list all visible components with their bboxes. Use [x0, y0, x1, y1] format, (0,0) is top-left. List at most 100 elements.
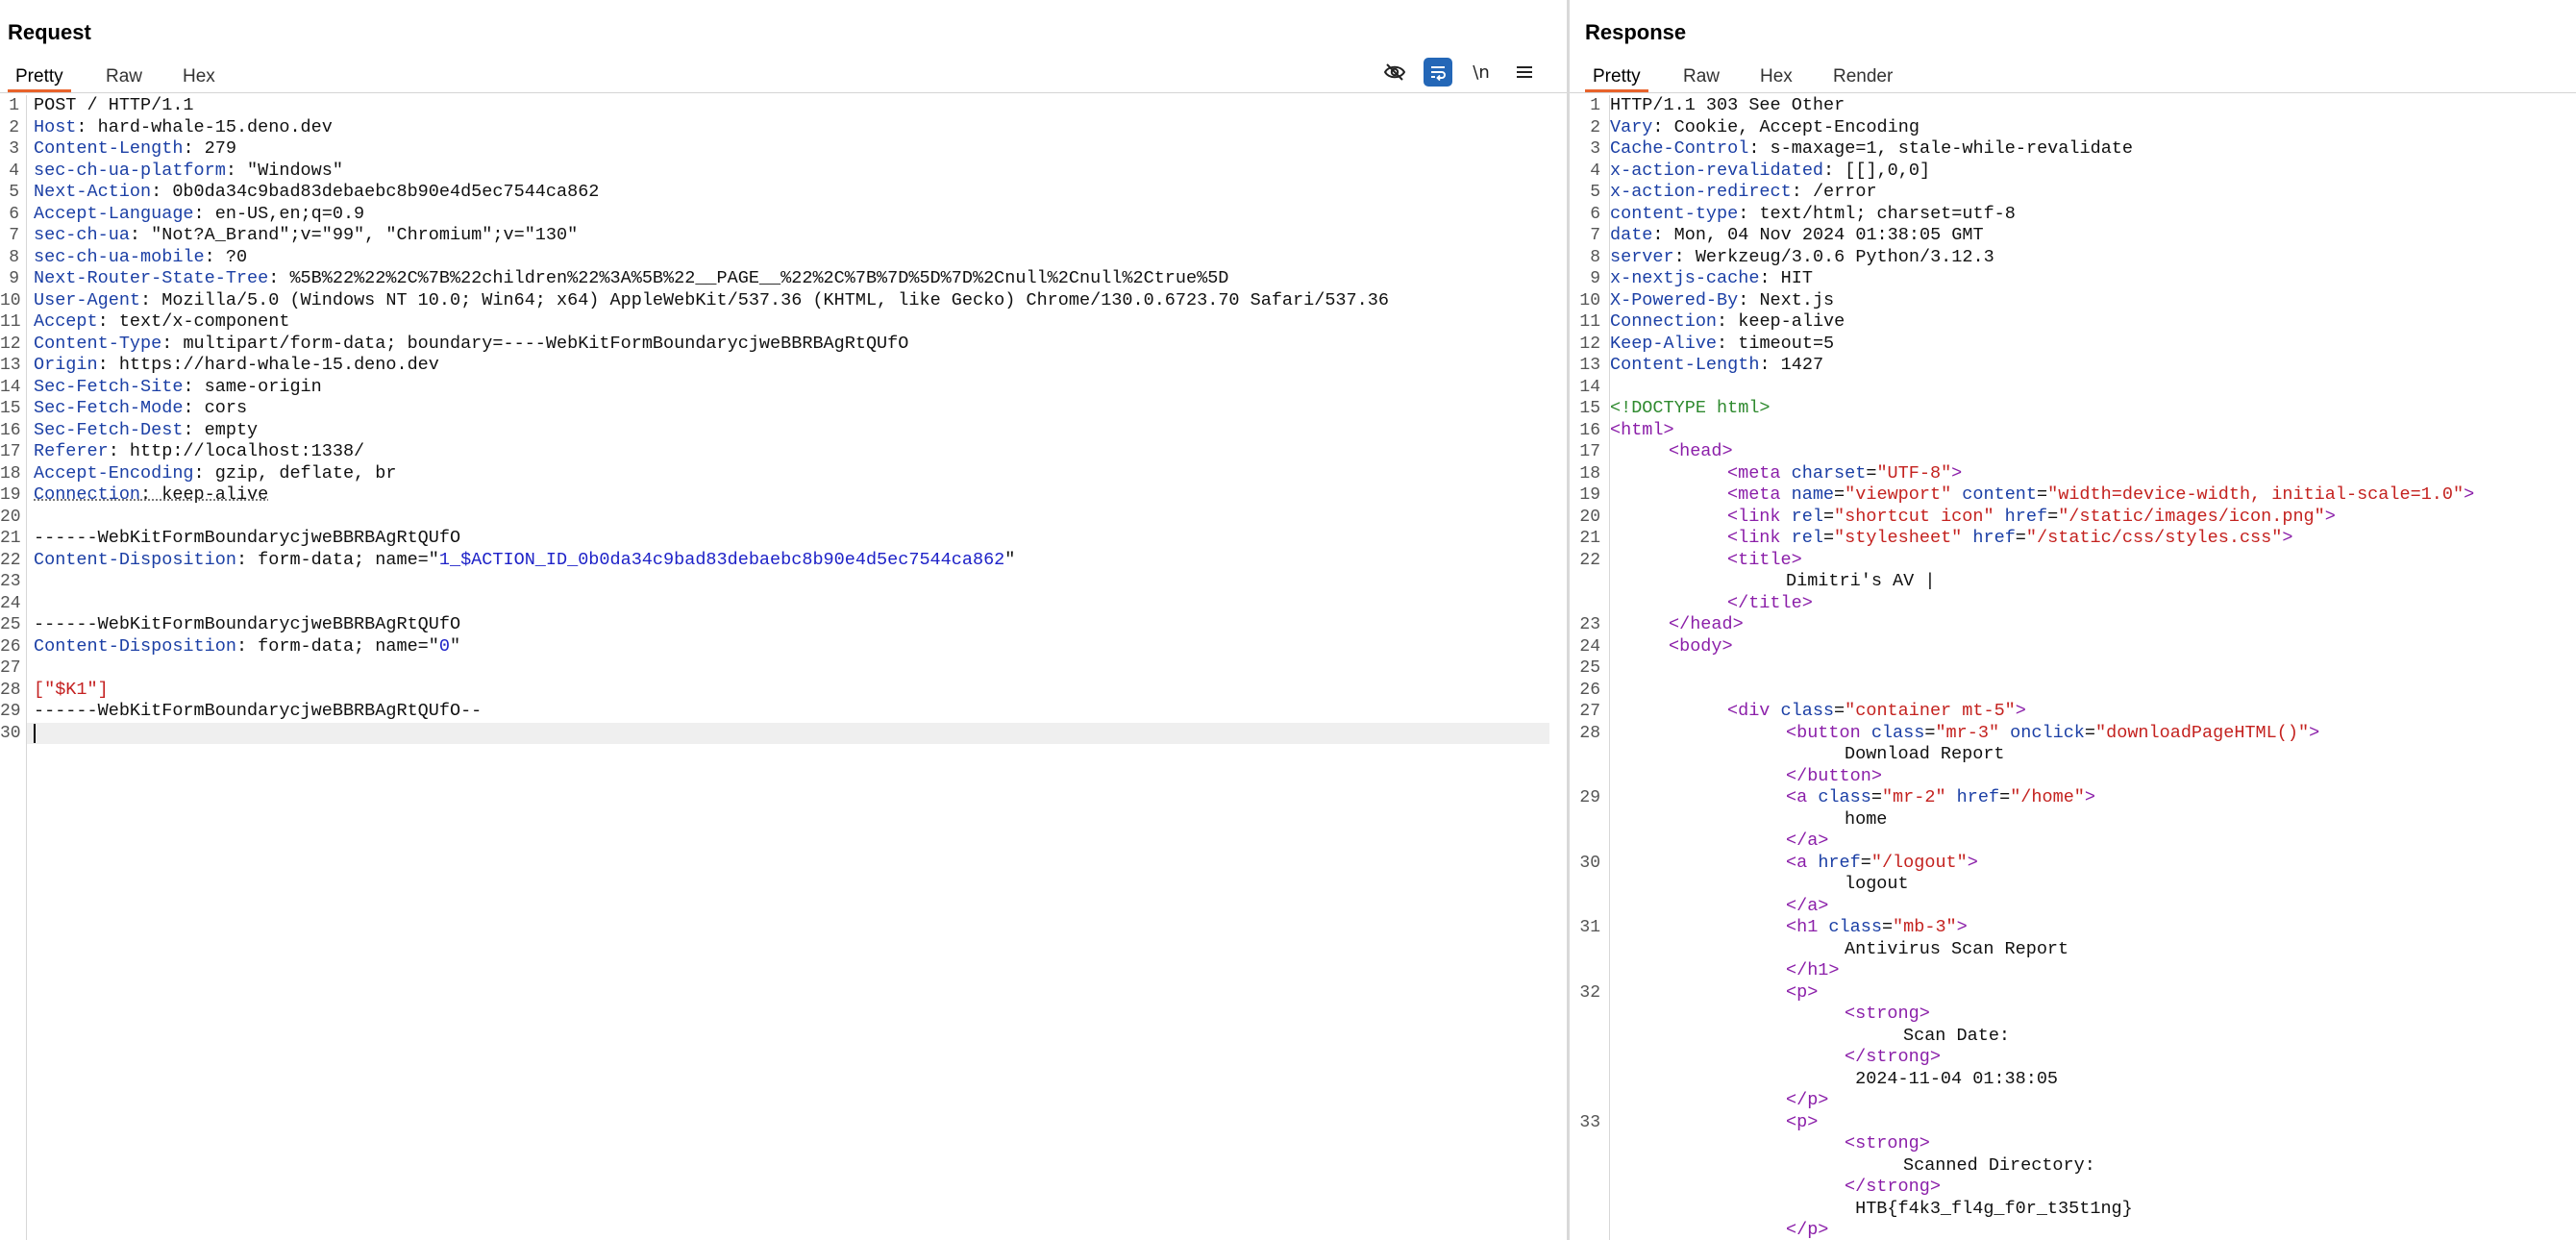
newline-icon[interactable]: \n: [1467, 58, 1496, 87]
code-token: </a>: [1786, 831, 1829, 851]
line-content: <body>: [1669, 636, 1733, 658]
code-token: : 0b0da34c9bad83debaebc8b90e4d5ec7544ca8…: [151, 182, 600, 202]
response-editor[interactable]: 1 HTTP/1.1 303 See Other 2 Vary: Cookie, Ac…: [1570, 95, 2576, 1240]
request-line: 17 Referer: http://localhost:1338/: [0, 441, 1567, 463]
line-number: 23: [0, 572, 21, 591]
line-content: </button>: [1786, 766, 1882, 788]
line-number: 18: [0, 463, 21, 484]
code-token: : gzip, deflate, br: [193, 462, 397, 484]
line-number: 25: [1579, 658, 1600, 678]
code-token: </head>: [1669, 614, 1744, 634]
response-line: </title>: [1570, 593, 2576, 615]
response-line: 33 <p>: [1570, 1112, 2576, 1134]
request-editor[interactable]: 1 POST / HTTP/1.1 2 Host: hard-whale-15.den…: [0, 95, 1567, 1240]
line-number: 10: [1579, 290, 1600, 310]
request-title: Request: [8, 20, 91, 44]
request-tab-pretty[interactable]: Pretty: [8, 62, 71, 92]
response-line: 24 <body>: [1570, 636, 2576, 658]
code-token: <link: [1727, 528, 1792, 548]
code-token: </a>: [1786, 895, 1829, 916]
line-content: <p>: [1786, 1112, 1818, 1134]
line-number: 12: [0, 334, 21, 354]
line-content: </a>: [1786, 831, 1828, 853]
line-content: date: Mon, 04 Nov 2024 01:38:05 GMT: [1610, 225, 1984, 247]
code-token: : hard-whale-15.deno.dev: [76, 116, 333, 137]
response-line: home: [1570, 809, 2576, 831]
response-line: 14: [1570, 377, 2576, 399]
code-token: : 279: [183, 138, 236, 159]
line-number: 8: [9, 247, 19, 267]
code-token: =: [2084, 722, 2096, 743]
line-content: Accept-Language: en-US,en;q=0.9: [34, 204, 364, 226]
request-line: 15 Sec-Fetch-Mode: cors: [0, 398, 1567, 420]
code-token: ": [449, 635, 461, 657]
line-content: Content-Disposition: form-data; name="1_…: [34, 550, 1015, 572]
response-tab-pretty[interactable]: Pretty: [1585, 62, 1648, 92]
request-tab-hex[interactable]: Hex: [175, 62, 223, 91]
line-content: Antivirus Scan Report: [1845, 939, 2068, 961]
request-line: 30: [0, 723, 1567, 745]
line-content: Next-Router-State-Tree: %5B%22%22%2C%7B%…: [34, 268, 1228, 290]
response-tab-raw[interactable]: Raw: [1675, 62, 1727, 91]
code-token: "shortcut icon": [1834, 506, 1994, 527]
code-token: "mb-3": [1893, 917, 1957, 937]
code-token: =: [2037, 484, 2048, 505]
line-number: 13: [0, 356, 21, 375]
code-token: x-action-redirect: [1610, 182, 1792, 202]
line-content: Host: hard-whale-15.deno.dev: [34, 117, 333, 139]
eye-slash-icon[interactable]: [1380, 58, 1409, 87]
line-content: X-Powered-By: Next.js: [1610, 290, 1834, 312]
code-token: : Mon, 04 Nov 2024 01:38:05 GMT: [1652, 225, 1984, 245]
code-token: Connection: [1610, 311, 1718, 332]
code-token: "container mt-5": [1845, 701, 2016, 721]
request-line: 11 Accept: text/x-component: [0, 311, 1567, 334]
code-token: ["$K1"]: [34, 679, 109, 700]
line-number: 26: [0, 636, 21, 657]
code-token: >: [2015, 701, 2026, 721]
line-number: 9: [9, 269, 19, 288]
code-token: : text/x-component: [97, 311, 290, 332]
code-token: : s-maxage=1, stale-while-revalidate: [1748, 138, 2133, 159]
response-tab-render[interactable]: Render: [1825, 62, 1900, 91]
line-content: sec-ch-ua-mobile: ?0: [34, 247, 247, 269]
response-line: Antivirus Scan Report: [1570, 939, 2576, 961]
line-content: Content-Length: 1427: [1610, 355, 1823, 377]
code-token: 0: [438, 635, 450, 657]
response-line: </h1>: [1570, 960, 2576, 982]
response-line: <strong>: [1570, 1004, 2576, 1026]
line-number: 21: [0, 529, 21, 548]
wrap-lines-icon[interactable]: [1424, 58, 1452, 87]
code-token: : timeout=5: [1717, 333, 1835, 354]
code-token: : /error: [1791, 182, 1877, 202]
line-number: 28: [1579, 723, 1600, 743]
code-token: <meta: [1727, 484, 1792, 505]
code-token: >: [1956, 917, 1968, 937]
code-token: <head>: [1669, 441, 1733, 461]
line-number: 11: [1579, 312, 1600, 332]
line-content: HTB{f4k3_fl4g_f0r_t35t1ng}: [1845, 1199, 2133, 1221]
code-token: HTB{f4k3_fl4g_f0r_t35t1ng}: [1845, 1198, 2133, 1219]
line-content: POST / HTTP/1.1: [34, 95, 194, 117]
code-token: date: [1610, 225, 1653, 245]
request-line: 5 Next-Action: 0b0da34c9bad83debaebc8b90e…: [0, 182, 1567, 204]
code-token: =: [1866, 462, 1877, 484]
response-line: <strong>: [1570, 1133, 2576, 1155]
line-content: Content-Disposition: form-data; name="0": [34, 636, 460, 658]
request-line: 28 ["$K1"]: [0, 680, 1567, 702]
code-token: =: [1999, 787, 2011, 807]
menu-icon[interactable]: [1510, 58, 1539, 87]
response-line: 9 x-nextjs-cache: HIT: [1570, 268, 2576, 290]
code-token: =: [1822, 506, 1835, 527]
request-tab-raw[interactable]: Raw: [98, 62, 150, 91]
request-line: 26 Content-Disposition: form-data; name="…: [0, 636, 1567, 658]
line-number: 31: [1579, 918, 1600, 937]
response-line: HTB{f4k3_fl4g_f0r_t35t1ng}: [1570, 1199, 2576, 1221]
request-line: 18 Accept-Encoding: gzip, deflate, br: [0, 463, 1567, 485]
code-token: sec-ch-ua-mobile: [34, 246, 205, 267]
code-token: sec-ch-ua: [34, 225, 130, 245]
code-token: "/static/css/styles.css": [2025, 528, 2283, 548]
code-token: Sec-Fetch-Dest: [34, 419, 184, 440]
response-line: Download Report: [1570, 744, 2576, 766]
code-token: Scanned Directory:: [1903, 1154, 2095, 1176]
response-tab-hex[interactable]: Hex: [1752, 62, 1800, 91]
